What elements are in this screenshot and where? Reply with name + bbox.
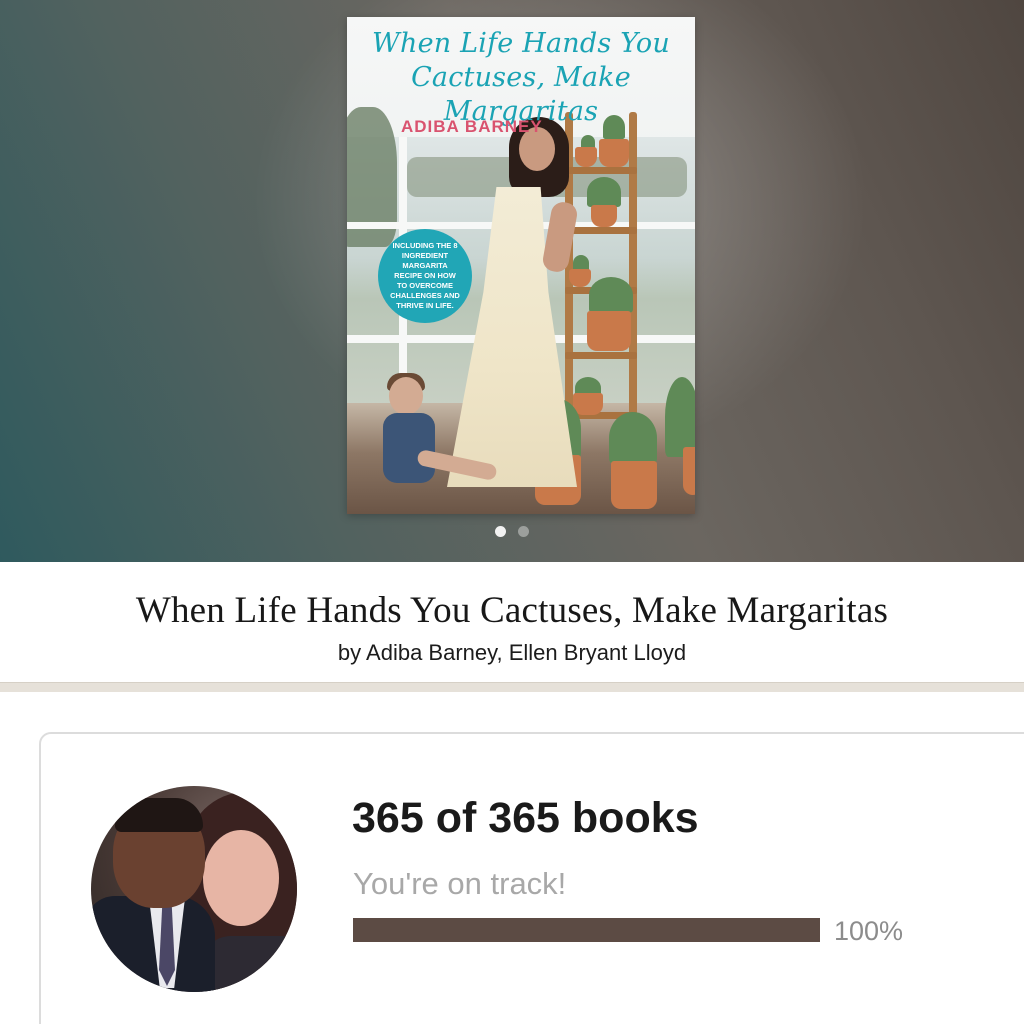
book-header: When Life Hands You Cactuses, Make Marga… (0, 562, 1024, 682)
flower-pot (575, 147, 597, 167)
reading-challenge-card[interactable]: 365 of 365 books You're on track! 100% (39, 732, 1024, 1024)
progress-bar (353, 918, 820, 942)
ladder-step (565, 352, 637, 359)
ladder-step (565, 227, 637, 234)
avatar-man-hair (115, 798, 203, 832)
cactus-plant (589, 277, 633, 313)
content-area: 365 of 365 books You're on track! 100% (0, 692, 1024, 1024)
cactus-plant (609, 412, 657, 464)
progress-bar-fill (353, 918, 820, 942)
cover-author: ADIBA BARNEY (401, 117, 543, 136)
cactus-plant (587, 177, 621, 207)
book-title: When Life Hands You Cactuses, Make Marga… (135, 590, 889, 631)
cover-title: When Life Hands You Cactuses, Make Marga… (372, 28, 670, 127)
cover-badge-text: INCLUDING THE 8 INGREDIENT MARGARITA REC… (390, 241, 460, 310)
flower-pot (599, 139, 629, 167)
flower-pot (683, 447, 695, 495)
challenge-count: 365 of 365 books (352, 794, 699, 842)
book-cover-carousel[interactable]: When Life Hands You Cactuses, Make Marga… (0, 0, 1024, 562)
carousel-dots (0, 526, 1024, 538)
challenge-status: You're on track! (353, 866, 567, 901)
flower-pot (611, 461, 657, 509)
cactus-plant (665, 377, 695, 457)
flower-pot (591, 205, 617, 227)
flower-pot (569, 269, 591, 287)
cover-child-head (389, 377, 423, 415)
book-cover-image[interactable]: When Life Hands You Cactuses, Make Marga… (347, 17, 695, 514)
ladder-step (565, 167, 637, 174)
flower-pot (587, 311, 631, 351)
avatar-woman-face (203, 830, 279, 926)
cover-badge: INCLUDING THE 8 INGREDIENT MARGARITA REC… (378, 229, 472, 323)
section-divider (0, 682, 1024, 692)
progress-percent: 100% (834, 916, 904, 946)
avatar[interactable] (91, 786, 297, 992)
cover-child-overalls (383, 413, 435, 483)
carousel-dot-active[interactable] (495, 526, 506, 537)
flower-pot (573, 393, 603, 415)
book-author[interactable]: by Adiba Barney, Ellen Bryant Lloyd (0, 640, 1024, 666)
avatar-woman-body (201, 936, 297, 992)
carousel-dot[interactable] (518, 526, 529, 537)
